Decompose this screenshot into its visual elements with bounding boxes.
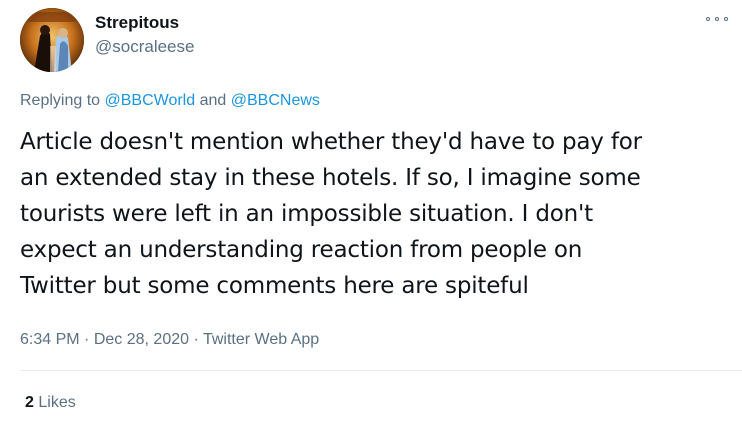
more-options-icon-dot [724,17,728,21]
tweet-text-line: an extended stay in these hotels. If so,… [20,165,641,191]
tweet-text-line: tourists were left in an impossible situ… [20,201,593,227]
more-options-button[interactable] [706,12,728,26]
avatar-image [20,8,84,72]
likes-label: Likes [38,394,76,411]
more-options-icon-dot [715,17,719,21]
avatar[interactable] [20,8,84,72]
divider [20,370,742,371]
author-name[interactable]: Strepitous [95,13,179,33]
more-options-icon [706,17,710,21]
replying-to-conjunction: and [199,92,227,109]
tweet-time[interactable]: 6:34 PM [20,331,80,348]
tweet-meta: 6:34 PM · Dec 28, 2020 · Twitter Web App [20,330,319,350]
tweet-source-app[interactable]: Twitter Web App [203,331,319,348]
replying-to: Replying to @BBCWorld and @BBCNews [20,91,320,111]
meta-separator: · [84,331,90,348]
author-handle[interactable]: @socraleese [95,37,194,57]
tweet-date[interactable]: Dec 28, 2020 [94,331,189,348]
tweet-text: Article doesn't mention whether they'd h… [20,124,735,304]
likes-count: 2 [25,394,34,411]
tweet-text-line: expect an understanding reaction from pe… [20,237,583,263]
replying-to-label: Replying to [20,92,101,109]
tweet-text-line: Article doesn't mention whether they'd h… [20,129,642,155]
tweet-text-line: Twitter but some comments here are spite… [20,273,529,299]
mention-link-bbcnews[interactable]: @BBCNews [231,92,320,109]
meta-separator: · [193,331,199,348]
tweet: Strepitous @socraleese Replying to @BBCW… [0,0,742,425]
likes-link[interactable]: 2 Likes [25,393,76,413]
mention-link-bbcworld[interactable]: @BBCWorld [105,92,196,109]
